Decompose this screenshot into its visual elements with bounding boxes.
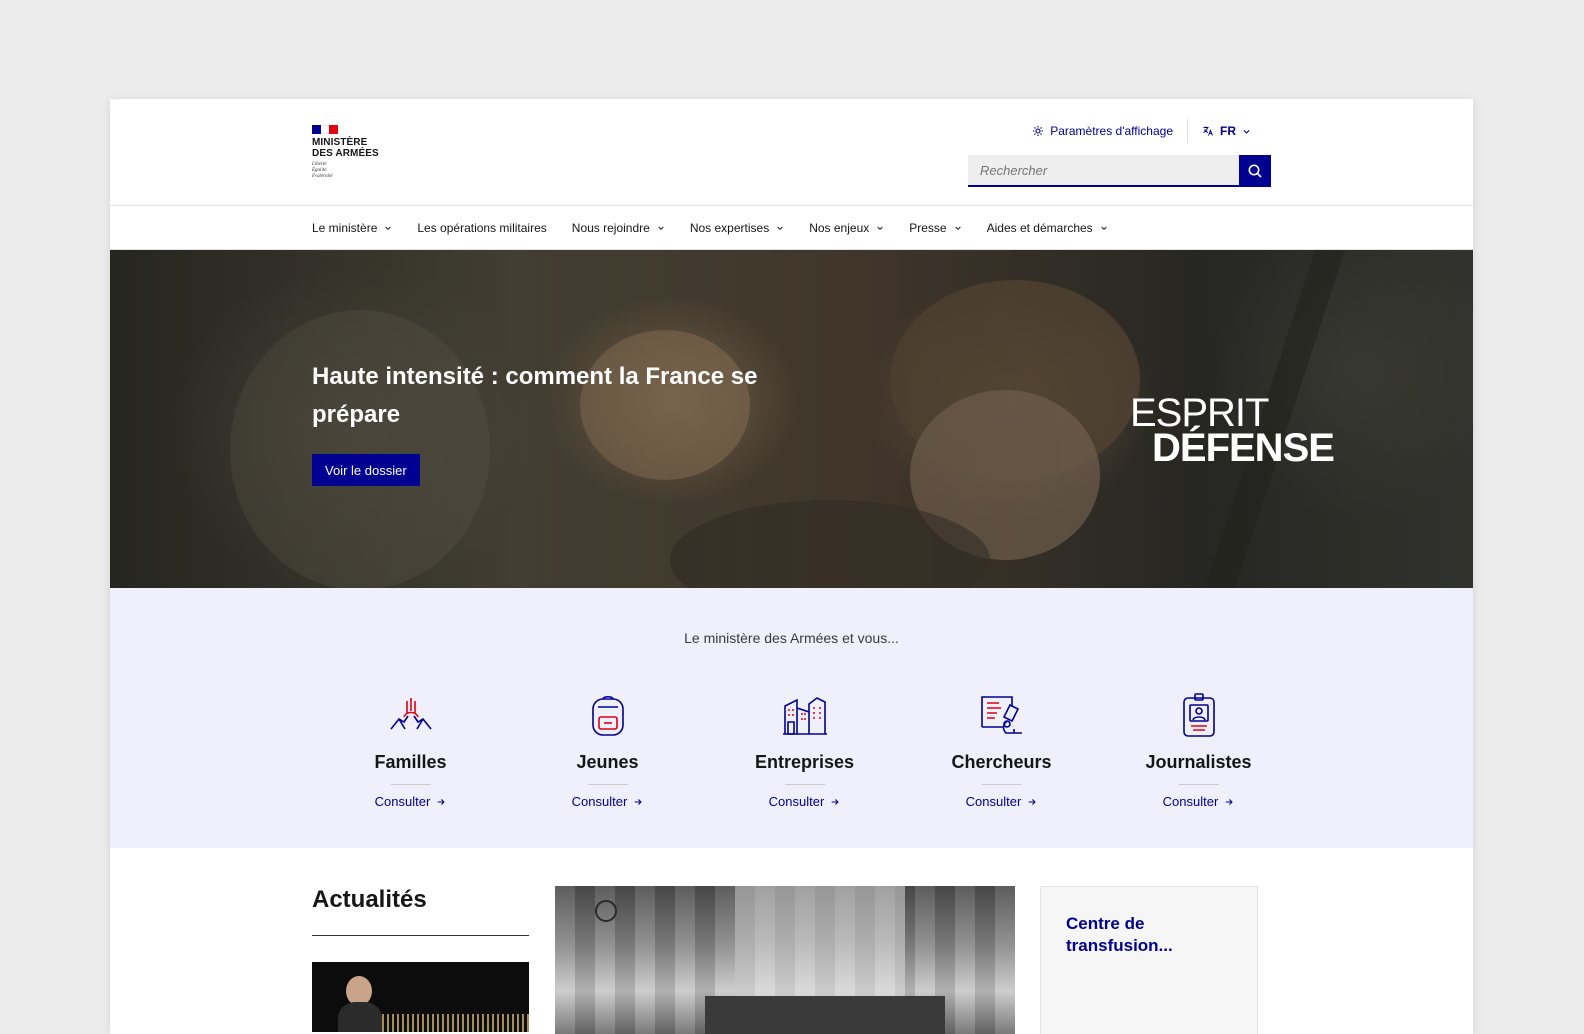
arrow-right-icon: [634, 798, 642, 805]
consult-label: Consulter: [571, 794, 628, 809]
brand-line2: DÉFENSE: [1152, 426, 1335, 470]
hero-title: Haute intensité : comment la France se p…: [312, 363, 758, 428]
consult-label: Consulter: [374, 794, 431, 809]
audience-section: Le ministère des Armées et vous... Famil…: [110, 588, 1473, 848]
audience-item-entreprises: Entreprises Consulter: [706, 692, 903, 809]
buildings-icon: [780, 692, 830, 738]
audience-item-familles: Familles Consulter: [312, 692, 509, 809]
news-card[interactable]: Centre de transfusion...: [1040, 886, 1258, 1034]
nav-label: Les opérations militaires: [417, 220, 547, 235]
consult-entreprises-link[interactable]: Consulter: [769, 794, 841, 809]
consult-label: Consulter: [965, 794, 1022, 809]
language-label: FR: [1220, 124, 1236, 138]
audience-item-jeunes: Jeunes Consulter: [509, 692, 706, 809]
consult-journalistes-link[interactable]: Consulter: [1163, 794, 1235, 809]
audience-item-chercheurs: Chercheurs Consulter: [903, 692, 1100, 809]
hero-banner: Haute intensité : comment la France se p…: [110, 250, 1473, 588]
french-flag-icon: [312, 125, 339, 134]
nav-item-ministere[interactable]: Le ministère: [312, 221, 392, 235]
chevron-down-icon: [658, 226, 664, 230]
news-card-title: Centre de transfusion...: [1066, 914, 1173, 955]
audience-title: Le ministère des Armées et vous...: [684, 630, 899, 646]
arrow-right-icon: [1225, 798, 1233, 805]
view-dossier-button[interactable]: Voir le dossier: [312, 454, 420, 486]
microscope-icon: [977, 692, 1027, 738]
nav-item-enjeux[interactable]: Nos enjeux: [809, 221, 884, 235]
divider: [587, 784, 628, 785]
chevron-down-icon: [954, 226, 961, 230]
header-tools: Paramètres d'affichage FR: [1018, 119, 1265, 143]
audience-label: Familles: [374, 752, 447, 772]
audience-label: Entreprises: [754, 752, 855, 772]
chevron-down-icon: [777, 226, 783, 230]
press-badge-icon: [1174, 692, 1224, 738]
divider: [1178, 784, 1219, 785]
browser-frame: MINISTÈRE DES ARMÉES Liberté Égalité Fra…: [110, 99, 1473, 1034]
search-icon: [1248, 164, 1262, 178]
divider: [981, 784, 1022, 785]
nav-label: Le ministère: [312, 220, 378, 235]
nav-label: Nos expertises: [689, 220, 770, 235]
nav-item-expertises[interactable]: Nos expertises: [690, 221, 784, 235]
nav-item-operations[interactable]: Les opérations militaires: [417, 221, 546, 235]
news-thumbnail[interactable]: [312, 962, 529, 1032]
esprit-defense-logo[interactable]: ESPRIT DÉFENSE: [1130, 391, 1335, 470]
sun-icon: [1033, 126, 1044, 136]
search-button[interactable]: [1239, 155, 1271, 187]
nav-item-aides[interactable]: Aides et démarches: [987, 221, 1108, 235]
news-photo[interactable]: [555, 886, 1015, 1034]
nav-label: Presse: [909, 220, 947, 235]
divider: [784, 784, 825, 785]
nav-label: Nous rejoindre: [571, 220, 650, 235]
backpack-icon: [583, 692, 633, 738]
hands-icon: [386, 692, 436, 738]
display-settings-label: Paramètres d'affichage: [1050, 124, 1173, 138]
arrow-right-icon: [831, 798, 839, 805]
audience-label: Journalistes: [1145, 752, 1252, 772]
logo-text: MINISTÈRE DES ARMÉES: [312, 137, 379, 159]
nav-item-presse[interactable]: Presse: [909, 221, 961, 235]
arrow-right-icon: [1028, 798, 1036, 805]
site-header: MINISTÈRE DES ARMÉES Liberté Égalité Fra…: [110, 99, 1473, 206]
consult-familles-link[interactable]: Consulter: [375, 794, 447, 809]
logo-motto: Liberté Égalité Fraternité: [312, 162, 333, 179]
display-settings-button[interactable]: Paramètres d'affichage: [1018, 124, 1187, 138]
nav-label: Nos enjeux: [809, 220, 870, 235]
consult-chercheurs-link[interactable]: Consulter: [966, 794, 1038, 809]
audience-label: Chercheurs: [951, 752, 1052, 772]
news-section: Actualités Centre de transfusion...: [110, 848, 1473, 1034]
brand-line1: ESPRIT: [1130, 391, 1269, 435]
nav-label: Aides et démarches: [986, 220, 1093, 235]
chevron-down-icon: [385, 226, 392, 230]
audience-item-journalistes: Journalistes Consulter: [1100, 692, 1297, 809]
chevron-down-icon: [1100, 226, 1107, 230]
arrow-right-icon: [437, 798, 445, 805]
audience-label: Jeunes: [576, 752, 639, 772]
chevron-down-icon: [877, 226, 883, 230]
main-navigation: Le ministère Les opérations militaires N…: [110, 206, 1473, 250]
news-title: Actualités: [312, 886, 427, 913]
consult-label: Consulter: [768, 794, 825, 809]
nav-item-rejoindre[interactable]: Nous rejoindre: [572, 221, 665, 235]
audience-list: Familles Consulter Jeunes Consulter Entr…: [312, 692, 1297, 809]
divider: [390, 784, 431, 785]
translate-icon: [1203, 126, 1213, 136]
ministry-logo[interactable]: MINISTÈRE DES ARMÉES Liberté Égalité Fra…: [312, 125, 392, 180]
news-divider: [312, 935, 529, 936]
chevron-down-icon: [1243, 129, 1250, 134]
language-selector[interactable]: FR: [1188, 124, 1265, 138]
search-input[interactable]: [968, 155, 1239, 187]
consult-jeunes-link[interactable]: Consulter: [572, 794, 644, 809]
consult-label: Consulter: [1162, 794, 1219, 809]
search-bar: [968, 155, 1271, 187]
